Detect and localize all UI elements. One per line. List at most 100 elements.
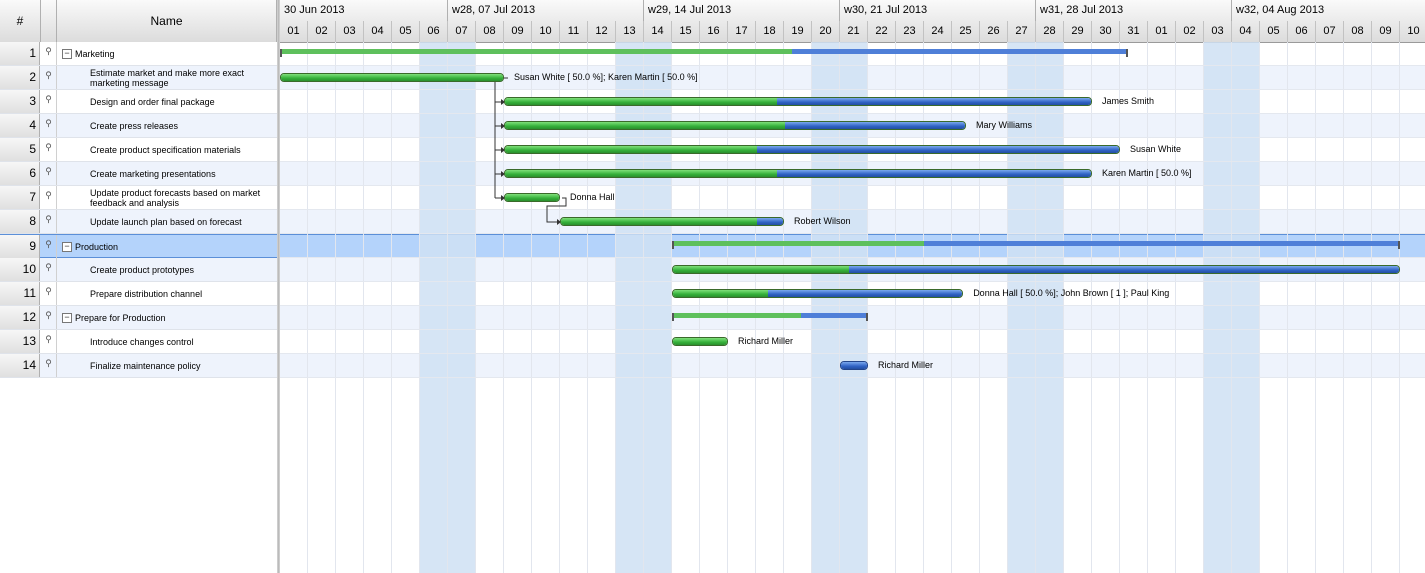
day-header: 06 [1288, 21, 1316, 42]
day-header: 14 [644, 21, 672, 42]
row-number[interactable]: 11 [0, 282, 40, 305]
task-name[interactable]: Estimate market and make more exact mark… [90, 66, 270, 89]
row-number[interactable]: 5 [0, 138, 40, 161]
task-type-icon[interactable]: ⚲ [41, 235, 57, 258]
task-type-icon[interactable]: ⚲ [41, 210, 57, 233]
remaining-fill [768, 290, 963, 297]
summary-bar[interactable] [280, 49, 1129, 57]
collapse-toggle-icon[interactable]: − [62, 313, 72, 323]
resource-label: Susan White [ 50.0 %]; Karen Martin [ 50… [514, 72, 698, 82]
task-row[interactable]: 3 ⚲ Design and order final package [0, 90, 277, 114]
column-header-icon[interactable] [41, 0, 57, 42]
task-type-icon[interactable]: ⚲ [41, 186, 57, 209]
task-row[interactable]: 11 ⚲ Prepare distribution channel [0, 282, 277, 306]
task-row[interactable]: 14 ⚲ Finalize maintenance policy [0, 354, 277, 378]
task-row[interactable]: 9 ⚲ − Production [0, 234, 277, 258]
row-number[interactable]: 13 [0, 330, 40, 353]
task-bar[interactable] [504, 145, 1120, 154]
task-bar[interactable] [672, 337, 728, 346]
task-type-icon[interactable]: ⚲ [41, 258, 57, 281]
task-type-icon[interactable]: ⚲ [41, 330, 57, 353]
day-header: 09 [504, 21, 532, 42]
week-header: w30, 21 Jul 2013 [840, 0, 1036, 21]
row-number[interactable]: 2 [0, 66, 40, 89]
task-type-icon[interactable]: ⚲ [41, 66, 57, 89]
task-name[interactable]: Prepare distribution channel [90, 282, 270, 305]
day-header: 25 [952, 21, 980, 42]
row-number[interactable]: 7 [0, 186, 40, 209]
day-header: 12 [588, 21, 616, 42]
row-number[interactable]: 4 [0, 114, 40, 137]
task-bar[interactable] [672, 289, 964, 298]
gantt-grid: Susan White [ 50.0 %]; Karen Martin [ 50… [280, 42, 1425, 573]
task-name[interactable]: Create marketing presentations [90, 162, 270, 185]
task-type-icon[interactable]: ⚲ [41, 90, 57, 113]
task-type-icon[interactable]: ⚲ [41, 42, 57, 65]
task-bar[interactable] [280, 73, 504, 82]
column-header-name[interactable]: Name [57, 0, 277, 42]
column-header-number[interactable]: # [0, 0, 41, 42]
task-row[interactable]: 6 ⚲ Create marketing presentations [0, 162, 277, 186]
complete-fill [505, 98, 777, 105]
task-row[interactable]: 4 ⚲ Create press releases [0, 114, 277, 138]
summary-end-cap [866, 313, 868, 321]
task-bar[interactable] [560, 217, 784, 226]
task-name[interactable]: Update product forecasts based on market… [90, 186, 270, 209]
day-header: 02 [308, 21, 336, 42]
day-header: 24 [924, 21, 952, 42]
task-bar[interactable] [504, 193, 560, 202]
task-row[interactable]: 12 ⚲ − Prepare for Production [0, 306, 277, 330]
task-row[interactable]: 7 ⚲ Update product forecasts based on mark… [0, 186, 277, 210]
row-number[interactable]: 14 [0, 354, 40, 377]
task-name[interactable]: Design and order final package [90, 90, 270, 113]
task-name[interactable]: Create product prototypes [90, 258, 270, 281]
task-name[interactable]: Prepare for Production [75, 306, 270, 329]
task-type-icon[interactable]: ⚲ [41, 354, 57, 377]
summary-bar[interactable] [672, 313, 868, 321]
row-number[interactable]: 1 [0, 42, 40, 65]
day-header: 16 [700, 21, 728, 42]
task-name[interactable]: Finalize maintenance policy [90, 354, 270, 377]
day-header: 01 [1148, 21, 1176, 42]
task-row[interactable]: 5 ⚲ Create product specification materials [0, 138, 277, 162]
row-number[interactable]: 10 [0, 258, 40, 281]
row-number[interactable]: 6 [0, 162, 40, 185]
row-number[interactable]: 12 [0, 306, 40, 329]
task-name[interactable]: Create press releases [90, 114, 270, 137]
day-header: 01 [280, 21, 308, 42]
row-number[interactable]: 8 [0, 210, 40, 233]
remaining-fill [776, 98, 1091, 105]
day-header: 30 [1092, 21, 1120, 42]
collapse-toggle-icon[interactable]: − [62, 49, 72, 59]
task-bar[interactable] [504, 97, 1092, 106]
task-type-icon[interactable]: ⚲ [41, 306, 57, 329]
task-table: # Name 1 ⚲ − Marketing 2 ⚲ Estimate market and… [0, 0, 277, 573]
task-name[interactable]: Marketing [75, 42, 270, 65]
task-type-icon[interactable]: ⚲ [41, 162, 57, 185]
summary-end-cap [1126, 49, 1129, 57]
task-bar[interactable] [672, 265, 1400, 274]
task-name[interactable]: Introduce changes control [90, 330, 270, 353]
task-row[interactable]: 8 ⚲ Update launch plan based on forecast [0, 210, 277, 234]
task-type-icon[interactable]: ⚲ [41, 114, 57, 137]
day-header: 10 [1400, 21, 1425, 42]
task-name[interactable]: Production [75, 235, 270, 258]
task-bar[interactable] [504, 169, 1092, 178]
task-row[interactable]: 13 ⚲ Introduce changes control [0, 330, 277, 354]
collapse-toggle-icon[interactable]: − [62, 242, 72, 252]
task-row[interactable]: 2 ⚲ Estimate market and make more exact ma… [0, 66, 277, 90]
task-name[interactable]: Create product specification materials [90, 138, 270, 161]
week-header: w29, 14 Jul 2013 [644, 0, 840, 21]
task-bar[interactable] [840, 361, 868, 370]
row-number[interactable]: 3 [0, 90, 40, 113]
summary-remaining-fill [800, 313, 868, 318]
task-name[interactable]: Update launch plan based on forecast [90, 210, 270, 233]
task-type-icon[interactable]: ⚲ [41, 282, 57, 305]
summary-bar[interactable] [672, 241, 1400, 249]
task-row[interactable]: 10 ⚲ Create product prototypes [0, 258, 277, 282]
task-row[interactable]: 1 ⚲ − Marketing [0, 42, 277, 66]
row-number[interactable]: 9 [0, 235, 40, 258]
task-bar[interactable] [504, 121, 966, 130]
day-header: 28 [1036, 21, 1064, 42]
task-type-icon[interactable]: ⚲ [41, 138, 57, 161]
